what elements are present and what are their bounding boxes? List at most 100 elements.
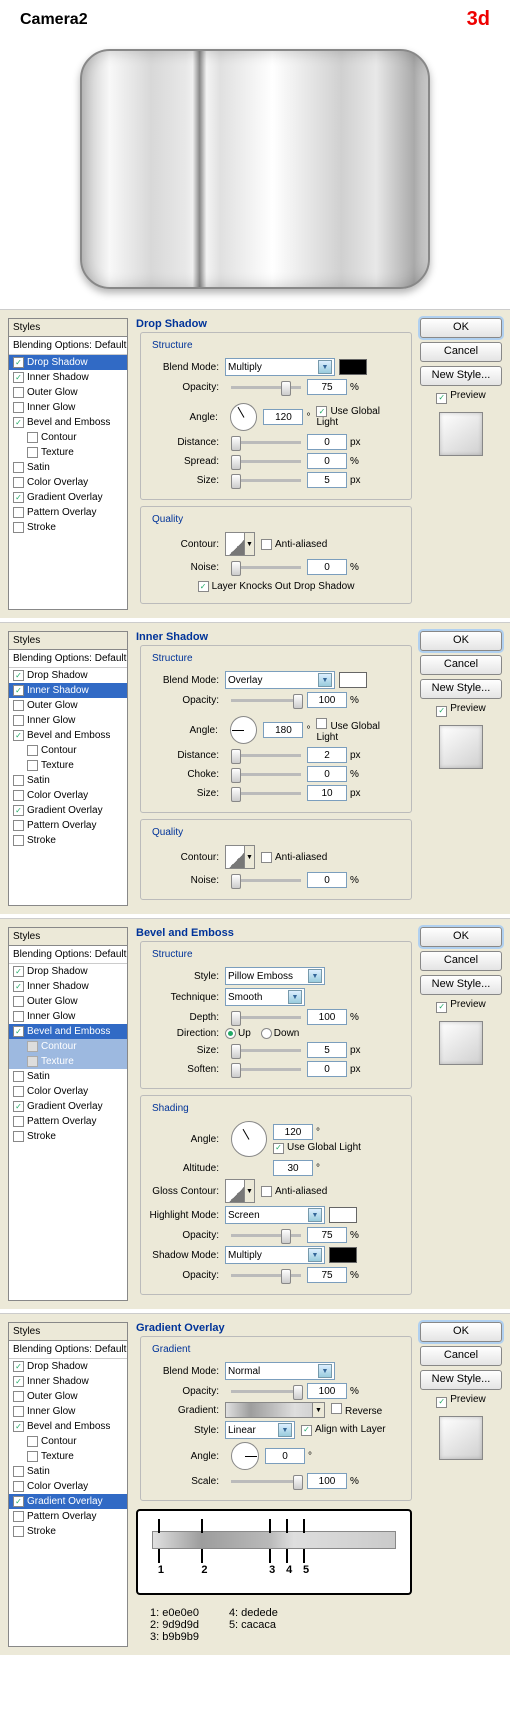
preview-checkbox[interactable]	[436, 1002, 447, 1013]
number-input[interactable]	[307, 434, 347, 450]
checkbox-icon[interactable]	[13, 966, 24, 977]
style-item-colorOverlay[interactable]: Color Overlay	[9, 1084, 127, 1099]
number-input[interactable]	[273, 1160, 313, 1176]
gradient-bar[interactable]: 12345	[152, 1531, 396, 1549]
contour-swatch[interactable]: ▼	[225, 532, 255, 556]
style-item-colorOverlay[interactable]: Color Overlay	[9, 788, 127, 803]
style-item-stroke[interactable]: Stroke	[9, 1524, 127, 1539]
gradient-color-stop[interactable]	[286, 1550, 296, 1560]
use-global-checkbox[interactable]	[316, 406, 327, 417]
checkbox-icon[interactable]	[13, 820, 24, 831]
checkbox-icon[interactable]	[13, 417, 24, 428]
dropdown[interactable]: Multiply▼	[225, 1246, 325, 1264]
gradient-color-stop[interactable]	[303, 1550, 313, 1560]
style-item-patternOverlay[interactable]: Pattern Overlay	[9, 818, 127, 833]
checkbox-icon[interactable]	[13, 1101, 24, 1112]
new-style-button[interactable]: New Style...	[420, 679, 502, 699]
checkbox-icon[interactable]	[13, 1071, 24, 1082]
gradient-color-stop[interactable]	[201, 1550, 211, 1560]
ok-button[interactable]: OK	[420, 927, 502, 947]
checkbox-icon[interactable]	[13, 1391, 24, 1402]
gradient-editor[interactable]: 12345	[136, 1509, 412, 1595]
style-item-contour[interactable]: Contour	[9, 1039, 127, 1054]
checkbox-icon[interactable]	[13, 670, 24, 681]
number-input[interactable]	[307, 1009, 347, 1025]
cancel-button[interactable]: Cancel	[420, 951, 502, 971]
gradient-opacity-stop[interactable]	[158, 1520, 168, 1530]
number-input[interactable]	[307, 472, 347, 488]
checkbox-icon[interactable]	[13, 1406, 24, 1417]
slider[interactable]	[231, 1390, 301, 1393]
checkbox-icon[interactable]	[13, 1086, 24, 1097]
checkbox-icon[interactable]	[13, 492, 24, 503]
preview-checkbox[interactable]	[436, 1397, 447, 1408]
checkbox-icon[interactable]	[13, 1131, 24, 1142]
anti-aliased-checkbox[interactable]	[261, 539, 272, 550]
gradient-opacity-stop[interactable]	[303, 1520, 313, 1530]
checkbox-icon[interactable]	[27, 1041, 38, 1052]
blending-options[interactable]: Blending Options: Default	[9, 1341, 127, 1359]
number-input[interactable]	[307, 1042, 347, 1058]
slider[interactable]	[231, 792, 301, 795]
style-item-texture[interactable]: Texture	[9, 445, 127, 460]
style-item-gradientOverlay[interactable]: Gradient Overlay	[9, 1494, 127, 1509]
checkbox-icon[interactable]	[13, 1026, 24, 1037]
style-item-satin[interactable]: Satin	[9, 460, 127, 475]
style-item-gradientOverlay[interactable]: Gradient Overlay	[9, 490, 127, 505]
checkbox-icon[interactable]	[13, 477, 24, 488]
slider[interactable]	[231, 1049, 301, 1052]
number-input[interactable]	[265, 1448, 305, 1464]
style-item-colorOverlay[interactable]: Color Overlay	[9, 1479, 127, 1494]
align-layer-checkbox[interactable]	[301, 1425, 312, 1436]
radio-up[interactable]	[225, 1028, 236, 1039]
gradient-color-stop[interactable]	[158, 1550, 168, 1560]
style-item-innerShadow[interactable]: Inner Shadow	[9, 683, 127, 698]
number-input[interactable]	[273, 1124, 313, 1140]
ok-button[interactable]: OK	[420, 318, 502, 338]
style-item-stroke[interactable]: Stroke	[9, 833, 127, 848]
preview-checkbox[interactable]	[436, 393, 447, 404]
style-item-outerGlow[interactable]: Outer Glow	[9, 698, 127, 713]
checkbox-icon[interactable]	[13, 1466, 24, 1477]
style-item-innerGlow[interactable]: Inner Glow	[9, 1404, 127, 1419]
cancel-button[interactable]: Cancel	[420, 1346, 502, 1366]
dropdown[interactable]: Linear▼	[225, 1421, 295, 1439]
use-global-checkbox[interactable]	[316, 718, 327, 729]
style-item-outerGlow[interactable]: Outer Glow	[9, 385, 127, 400]
checkbox-icon[interactable]	[27, 1436, 38, 1447]
style-item-outerGlow[interactable]: Outer Glow	[9, 1389, 127, 1404]
style-item-contour[interactable]: Contour	[9, 743, 127, 758]
angle-dial[interactable]	[230, 403, 258, 431]
style-item-texture[interactable]: Texture	[9, 758, 127, 773]
number-input[interactable]	[263, 409, 303, 425]
number-input[interactable]	[307, 747, 347, 763]
slider[interactable]	[231, 441, 301, 444]
checkbox-icon[interactable]	[13, 402, 24, 413]
checkbox-icon[interactable]	[13, 835, 24, 846]
new-style-button[interactable]: New Style...	[420, 1370, 502, 1390]
cancel-button[interactable]: Cancel	[420, 342, 502, 362]
new-style-button[interactable]: New Style...	[420, 366, 502, 386]
style-item-patternOverlay[interactable]: Pattern Overlay	[9, 1509, 127, 1524]
cancel-button[interactable]: Cancel	[420, 655, 502, 675]
slider[interactable]	[231, 460, 301, 463]
slider[interactable]	[231, 1068, 301, 1071]
style-item-patternOverlay[interactable]: Pattern Overlay	[9, 505, 127, 520]
number-input[interactable]	[307, 1267, 347, 1283]
checkbox-icon[interactable]	[13, 387, 24, 398]
style-item-colorOverlay[interactable]: Color Overlay	[9, 475, 127, 490]
gradient-opacity-stop[interactable]	[286, 1520, 296, 1530]
style-item-dropShadow[interactable]: Drop Shadow	[9, 1359, 127, 1374]
style-item-dropShadow[interactable]: Drop Shadow	[9, 355, 127, 370]
slider[interactable]	[231, 879, 301, 882]
color-swatch[interactable]	[339, 359, 367, 375]
style-item-innerShadow[interactable]: Inner Shadow	[9, 979, 127, 994]
contour-swatch[interactable]: ▼	[225, 845, 255, 869]
checkbox-icon[interactable]	[13, 715, 24, 726]
style-item-innerGlow[interactable]: Inner Glow	[9, 400, 127, 415]
slider[interactable]	[231, 1234, 301, 1237]
checkbox-icon[interactable]	[13, 700, 24, 711]
checkbox-icon[interactable]	[13, 1421, 24, 1432]
angle-dial[interactable]	[231, 1121, 267, 1157]
checkbox-icon[interactable]	[13, 805, 24, 816]
